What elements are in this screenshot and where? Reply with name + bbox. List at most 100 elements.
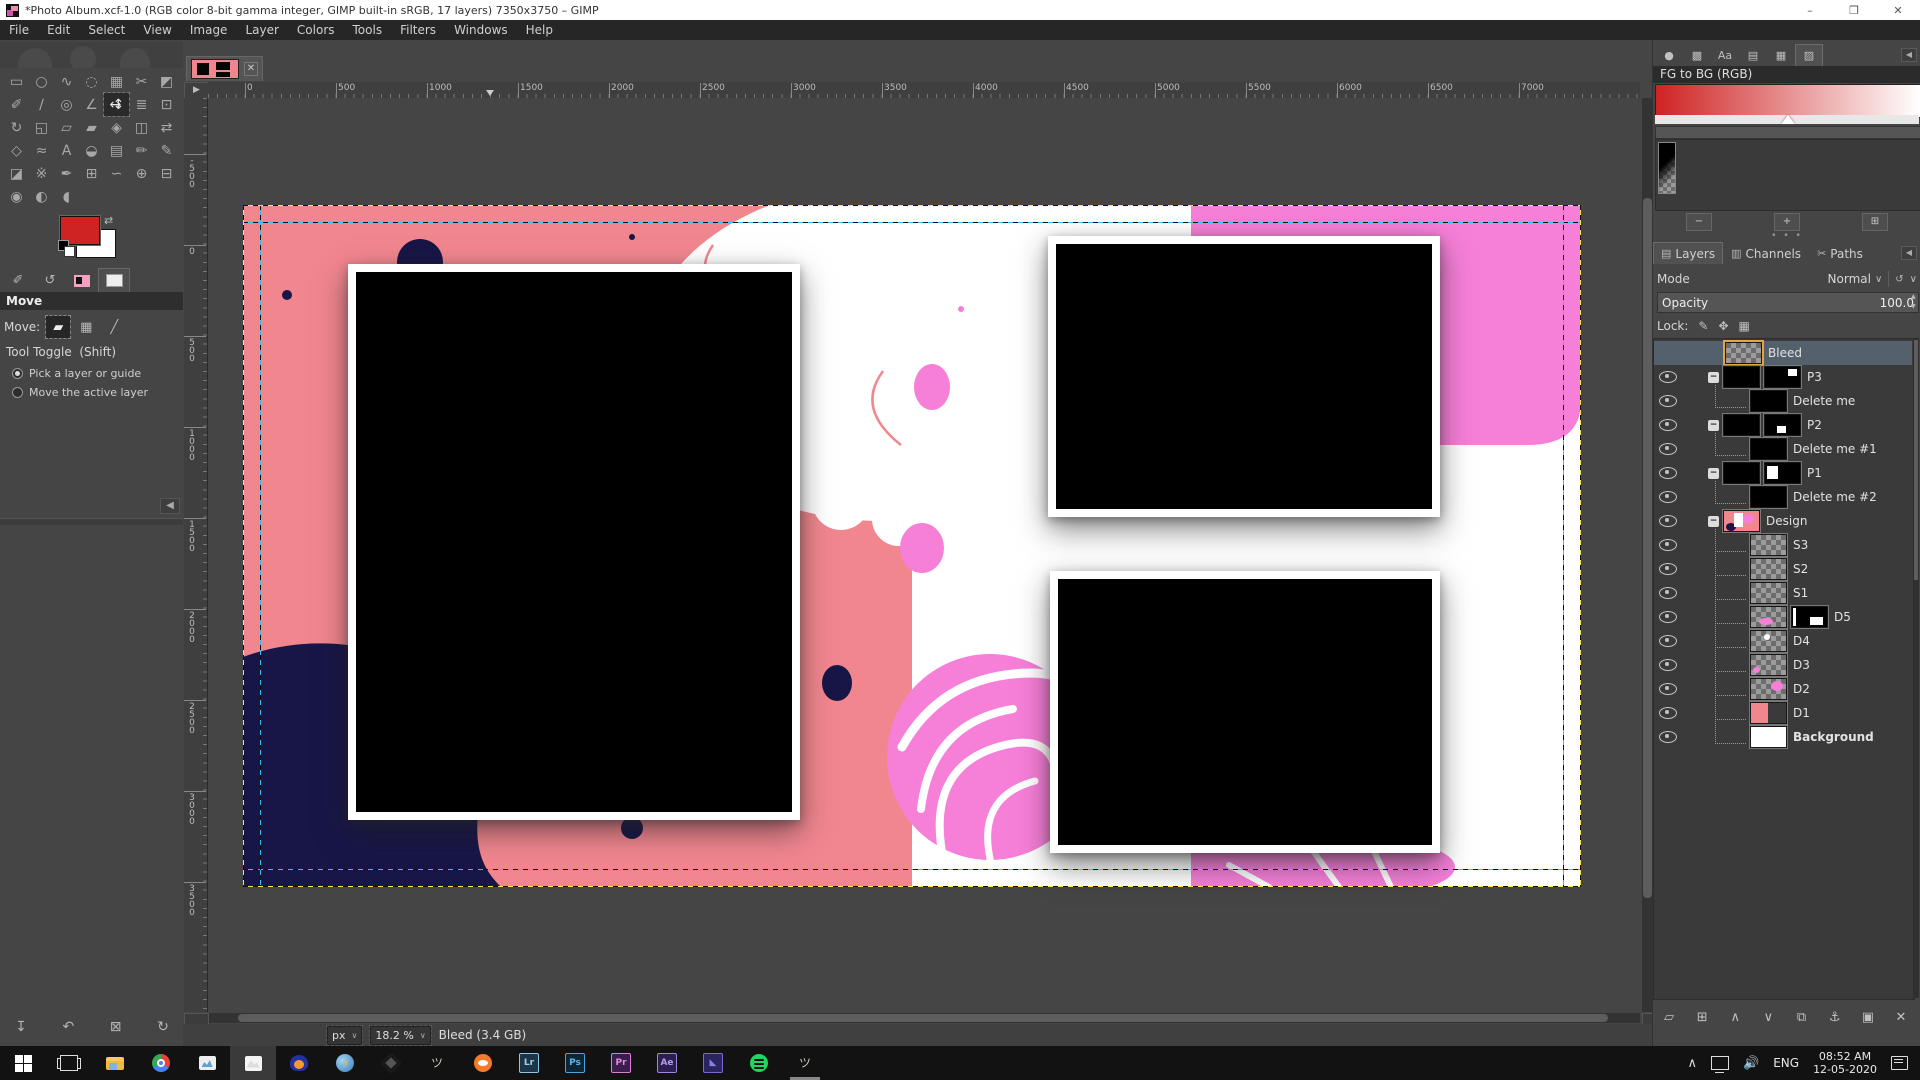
menu-item-filters[interactable]: Filters — [391, 20, 445, 40]
move-selection-button[interactable]: ▦ — [74, 316, 98, 338]
visibility-eye-icon[interactable] — [1659, 635, 1677, 647]
guide-vertical-right[interactable] — [1563, 205, 1564, 887]
visibility-eye-icon[interactable] — [1659, 515, 1677, 527]
tool-flip-icon[interactable]: ⇄ — [154, 116, 179, 139]
radio-move-active[interactable]: Move the active layer — [12, 384, 182, 400]
dock-collapse-icon[interactable]: ◀ — [1901, 48, 1917, 62]
layer-name[interactable]: Delete me #1 — [1793, 442, 1877, 456]
tool-scissors-select-icon[interactable]: ✂ — [129, 70, 154, 93]
visibility-eye-icon[interactable] — [1659, 371, 1677, 383]
layer-name[interactable]: S2 — [1793, 562, 1808, 576]
visibility-eye-icon[interactable] — [1659, 539, 1677, 551]
save-tool-preset-button[interactable]: ↧ — [6, 1015, 36, 1039]
visibility-eye-icon[interactable] — [1659, 443, 1677, 455]
tool-ink-icon[interactable]: ✐ — [4, 93, 29, 116]
action-center-icon[interactable] — [1891, 1056, 1908, 1070]
tool-select-by-color-icon[interactable]: ▦ — [104, 70, 129, 93]
menu-item-windows[interactable]: Windows — [445, 20, 517, 40]
dock-splitter-handle[interactable]: • • • — [1763, 235, 1811, 240]
lock-alpha-icon[interactable]: ▦ — [1739, 319, 1750, 333]
guide-horizontal-top[interactable] — [243, 222, 1581, 223]
clock[interactable]: 08:52 AM12-05-2020 — [1813, 1050, 1877, 1076]
zoom-dropdown[interactable]: 18.2 %∨ — [370, 1026, 430, 1045]
tool-move-icon[interactable] — [104, 93, 129, 116]
delete-layer-button[interactable]: ✕ — [1887, 1006, 1915, 1028]
visibility-eye-icon[interactable] — [1659, 731, 1677, 743]
tool-text-icon[interactable]: A — [54, 139, 79, 162]
close-button[interactable]: ✕ — [1876, 0, 1920, 20]
tool-cage-transform-icon[interactable]: ◇ — [4, 139, 29, 162]
language-indicator[interactable]: ENG — [1773, 1056, 1799, 1070]
taskbar-media-app-icon[interactable] — [184, 1046, 230, 1080]
layer-name[interactable]: P2 — [1807, 418, 1822, 432]
tool-shear-icon[interactable]: ▱ — [54, 116, 79, 139]
dock-collapse-icon[interactable]: ◀ — [160, 498, 180, 514]
taskbar-spotify-icon[interactable] — [736, 1046, 782, 1080]
canvas-viewport[interactable] — [208, 98, 1640, 1012]
tool-rotate-icon[interactable]: ↻ — [4, 116, 29, 139]
tool-blur-sharpen-icon[interactable]: ◉ — [4, 185, 29, 208]
gradient-list-item[interactable] — [1658, 142, 1676, 194]
layer-name[interactable]: D2 — [1793, 682, 1810, 696]
lock-pixels-icon[interactable]: ✎ — [1698, 319, 1708, 333]
taskbar-blender-icon[interactable] — [460, 1046, 506, 1080]
menu-item-image[interactable]: Image — [181, 20, 237, 40]
dock-tab-tool-options[interactable]: ✐ — [2, 268, 34, 293]
tool-perspective-clone-icon[interactable]: ⊟ — [154, 162, 179, 185]
dock-tab-fonts[interactable]: Aa — [1711, 44, 1739, 67]
tool-clone-icon[interactable]: ⊞ — [79, 162, 104, 185]
photo-frame-3[interactable] — [1050, 571, 1440, 853]
taskbar-start-icon[interactable] — [0, 1046, 46, 1080]
layer-row-p2[interactable]: −P2 — [1654, 413, 1912, 437]
anchor-layer-button[interactable]: ⚓ — [1821, 1006, 1849, 1028]
tool-bucket-fill-icon[interactable]: ◒ — [79, 139, 104, 162]
visibility-eye-icon[interactable] — [1659, 707, 1677, 719]
tool-crop-icon[interactable]: ⊡ — [154, 93, 179, 116]
dock-tab-patterns[interactable]: ▩ — [1683, 44, 1711, 67]
visibility-eye-icon[interactable] — [1659, 419, 1677, 431]
canvas-image[interactable] — [243, 205, 1581, 887]
photo-frame-2[interactable] — [1048, 236, 1440, 517]
restore-tool-preset-button[interactable]: ↶ — [53, 1015, 83, 1039]
expander-icon[interactable]: − — [1708, 372, 1719, 383]
unit-dropdown[interactable]: px∨ — [327, 1026, 362, 1045]
volume-icon[interactable]: 🔊 — [1743, 1056, 1759, 1071]
dock-tab-gradients[interactable]: ▨ — [1795, 44, 1823, 66]
dock-collapse-icon[interactable]: ◀ — [1901, 246, 1917, 260]
tab-channels[interactable]: ▥Channels — [1723, 242, 1809, 265]
menu-item-layer[interactable]: Layer — [236, 20, 287, 40]
move-layer-button[interactable]: ▰ — [46, 316, 70, 338]
layer-name[interactable]: P3 — [1807, 370, 1822, 384]
menu-item-select[interactable]: Select — [79, 20, 134, 40]
chevron-down-icon[interactable]: ∨ — [1910, 274, 1917, 285]
layer-row-p3[interactable]: − P3 — [1654, 365, 1912, 389]
layer-name[interactable]: S1 — [1793, 586, 1808, 600]
tab-paths[interactable]: ✂Paths — [1809, 242, 1871, 265]
layer-row-s1[interactable]: S1 — [1654, 581, 1912, 605]
opacity-slider[interactable]: Opacity 100.0 — [1657, 292, 1919, 313]
taskbar-audacity-icon[interactable] — [276, 1046, 322, 1080]
layer-name[interactable]: Bleed — [1768, 346, 1802, 360]
visibility-eye-icon[interactable] — [1659, 467, 1677, 479]
taskbar-photoshop-icon[interactable]: Ps — [552, 1046, 598, 1080]
taskbar-adobe-media-app-icon[interactable]: ◣ — [690, 1046, 736, 1080]
tool-airbrush-icon[interactable]: ※ — [29, 162, 54, 185]
layer-name[interactable]: Design — [1766, 514, 1807, 528]
layer-row-bleed[interactable]: Bleed — [1654, 341, 1912, 365]
layer-row-delete-me-1[interactable]: Delete me #1 — [1654, 437, 1912, 461]
opacity-spinner[interactable]: ▲▼ — [1911, 292, 1920, 311]
chevron-down-icon[interactable]: ∨ — [1875, 274, 1882, 285]
mode-switch-icon[interactable]: ↺ — [1895, 274, 1903, 285]
gradient-preview[interactable] — [1655, 84, 1919, 124]
minimize-button[interactable]: – — [1788, 0, 1832, 20]
taskbar-inkscape-icon[interactable] — [368, 1046, 414, 1080]
layers-scrollbar[interactable] — [1913, 338, 1919, 998]
tool-heal-icon[interactable]: ⊕ — [129, 162, 154, 185]
image-tab-close-icon[interactable]: ✕ — [244, 62, 258, 76]
guide-horizontal-bottom[interactable] — [243, 869, 1581, 870]
tool-color-picker-icon[interactable]: ∕ — [29, 93, 54, 116]
menu-item-view[interactable]: View — [134, 20, 180, 40]
layer-name[interactable]: Delete me — [1793, 394, 1855, 408]
tool-align-icon[interactable]: ≣ — [129, 93, 154, 116]
new-layer-button[interactable]: ▱ — [1655, 1006, 1683, 1028]
